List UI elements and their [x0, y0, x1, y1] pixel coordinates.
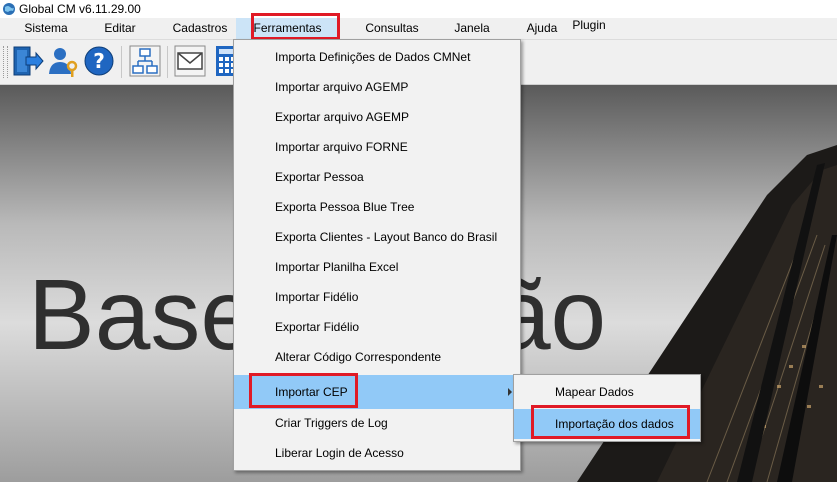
exit-door-icon — [13, 46, 44, 76]
menu-item-exportar-agemp[interactable]: Exportar arquivo AGEMP — [234, 102, 520, 132]
menu-item-exporta-clientes-bb[interactable]: Exporta Clientes - Layout Banco do Brasi… — [234, 222, 520, 252]
menu-item-exportar-fidelio[interactable]: Exportar Fidélio — [234, 312, 520, 342]
menu-item-importar-forne[interactable]: Importar arquivo FORNE — [234, 132, 520, 162]
submenu-item-importacao-dados[interactable]: Importação dos dados — [514, 409, 700, 439]
menu-consultas[interactable]: Consultas — [356, 18, 428, 39]
org-chart-icon — [129, 45, 161, 77]
menu-bar: Sistema Editar Cadastros Ferramentas Con… — [0, 18, 837, 40]
title-bar: Global CM v6.11.29.00 — [0, 0, 837, 18]
user-key-button[interactable] — [46, 44, 80, 78]
menu-item-importar-cep[interactable]: Importar CEP — [234, 375, 520, 409]
mail-icon — [174, 45, 206, 77]
toolbar-separator — [121, 46, 122, 78]
menu-item-criar-triggers[interactable]: Criar Triggers de Log — [234, 408, 520, 438]
menu-ferramentas[interactable]: Ferramentas — [236, 18, 339, 39]
submenu-arrow-icon — [508, 388, 512, 396]
window-title: Global CM v6.11.29.00 — [19, 2, 141, 16]
importar-cep-submenu: Mapear Dados Importação dos dados — [513, 374, 701, 442]
menu-cadastros[interactable]: Cadastros — [164, 18, 236, 39]
calculator-button[interactable] — [212, 44, 234, 78]
toolbar-grip[interactable] — [3, 46, 8, 78]
menu-item-importa-definicoes[interactable]: Importa Definições de Dados CMNet — [234, 42, 520, 72]
menu-sistema[interactable]: Sistema — [14, 18, 78, 39]
toolbar-separator — [167, 46, 168, 78]
menu-plugin[interactable]: Plugin — [566, 15, 612, 36]
org-chart-button[interactable] — [128, 44, 162, 78]
exit-button[interactable] — [10, 44, 44, 78]
help-button[interactable]: ? — [82, 44, 116, 78]
globe-icon — [3, 3, 15, 15]
svg-text:?: ? — [93, 49, 105, 73]
user-key-icon — [49, 48, 78, 77]
ferramentas-dropdown-menu: Importa Definições de Dados CMNet Import… — [233, 39, 521, 471]
menu-item-importar-agemp[interactable]: Importar arquivo AGEMP — [234, 72, 520, 102]
calculator-icon — [216, 46, 234, 76]
help-icon: ? — [84, 46, 114, 76]
menu-janela[interactable]: Janela — [446, 18, 498, 39]
menu-item-alterar-codigo[interactable]: Alterar Código Correspondente — [234, 342, 520, 372]
menu-ajuda[interactable]: Ajuda — [520, 18, 564, 39]
mail-button[interactable] — [173, 44, 207, 78]
menu-editar[interactable]: Editar — [92, 18, 148, 39]
submenu-item-mapear-dados[interactable]: Mapear Dados — [514, 377, 700, 407]
menu-item-liberar-login[interactable]: Liberar Login de Acesso — [234, 438, 520, 468]
menu-item-exportar-pessoa[interactable]: Exportar Pessoa — [234, 162, 520, 192]
menu-item-importar-planilha-excel[interactable]: Importar Planilha Excel — [234, 252, 520, 282]
menu-item-exporta-pessoa-blue-tree[interactable]: Exporta Pessoa Blue Tree — [234, 192, 520, 222]
menu-item-importar-fidelio[interactable]: Importar Fidélio — [234, 282, 520, 312]
